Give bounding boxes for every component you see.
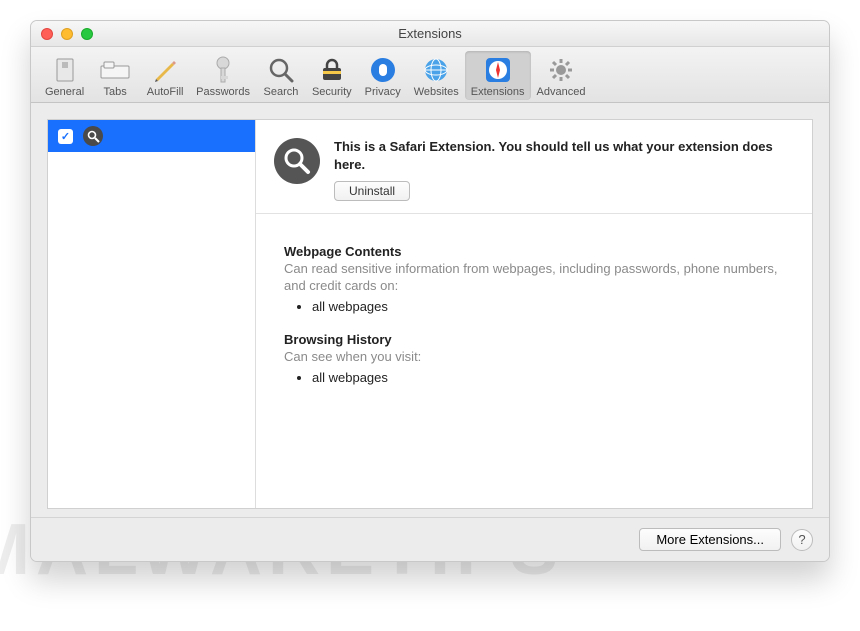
tab-label: Passwords xyxy=(196,86,250,98)
tab-label: Advanced xyxy=(537,86,586,98)
tab-autofill[interactable]: AutoFill xyxy=(140,51,190,100)
perm-title: Browsing History xyxy=(284,332,784,347)
tab-privacy[interactable]: Privacy xyxy=(358,51,408,100)
perm-text: Can read sensitive information from webp… xyxy=(284,261,784,295)
extension-enabled-checkbox[interactable]: ✓ xyxy=(58,129,73,144)
tab-label: Search xyxy=(264,86,299,98)
tab-label: Privacy xyxy=(365,86,401,98)
more-extensions-button[interactable]: More Extensions... xyxy=(639,528,781,551)
tab-tabs[interactable]: Tabs xyxy=(90,51,140,100)
tab-label: General xyxy=(45,86,84,98)
tab-advanced[interactable]: Advanced xyxy=(531,51,592,100)
content-area: ✓ This is a Safari Extension. You should… xyxy=(47,119,813,509)
footer-bar: More Extensions... ? xyxy=(31,517,829,561)
tab-label: Tabs xyxy=(104,86,127,98)
extension-description: This is a Safari Extension. You should t… xyxy=(334,138,794,173)
perm-bullet: all webpages xyxy=(312,370,784,385)
tab-passwords[interactable]: Passwords xyxy=(190,51,256,100)
perm-title: Webpage Contents xyxy=(284,244,784,259)
search-icon xyxy=(266,55,296,85)
help-button[interactable]: ? xyxy=(791,529,813,551)
tab-search[interactable]: Search xyxy=(256,51,306,100)
security-icon xyxy=(317,55,347,85)
perm-text: Can see when you visit: xyxy=(284,349,784,366)
tab-label: AutoFill xyxy=(147,86,184,98)
tab-security[interactable]: Security xyxy=(306,51,358,100)
window-title: Extensions xyxy=(31,26,829,41)
preferences-window: Extensions General Tabs AutoFill Passwor… xyxy=(30,20,830,562)
tab-extensions[interactable]: Extensions xyxy=(465,51,531,100)
autofill-icon xyxy=(150,55,180,85)
tab-websites[interactable]: Websites xyxy=(408,51,465,100)
tabs-icon xyxy=(100,55,130,85)
general-icon xyxy=(50,55,80,85)
tab-label: Websites xyxy=(414,86,459,98)
tab-general[interactable]: General xyxy=(39,51,90,100)
extension-detail: This is a Safari Extension. You should t… xyxy=(256,120,812,508)
advanced-icon xyxy=(546,55,576,85)
title-bar: Extensions xyxy=(31,21,829,47)
extension-big-icon xyxy=(274,138,320,184)
websites-icon xyxy=(421,55,451,85)
privacy-icon xyxy=(368,55,398,85)
passwords-icon xyxy=(208,55,238,85)
extensions-sidebar: ✓ xyxy=(48,120,256,508)
preferences-toolbar: General Tabs AutoFill Passwords Search xyxy=(31,47,829,103)
tab-label: Extensions xyxy=(471,86,525,98)
extension-search-icon xyxy=(83,126,103,146)
permissions-section: Webpage Contents Can read sensitive info… xyxy=(256,214,812,433)
extensions-icon xyxy=(483,55,513,85)
extension-list-item[interactable]: ✓ xyxy=(48,120,255,152)
perm-bullet: all webpages xyxy=(312,299,784,314)
uninstall-button[interactable]: Uninstall xyxy=(334,181,410,201)
tab-label: Security xyxy=(312,86,352,98)
